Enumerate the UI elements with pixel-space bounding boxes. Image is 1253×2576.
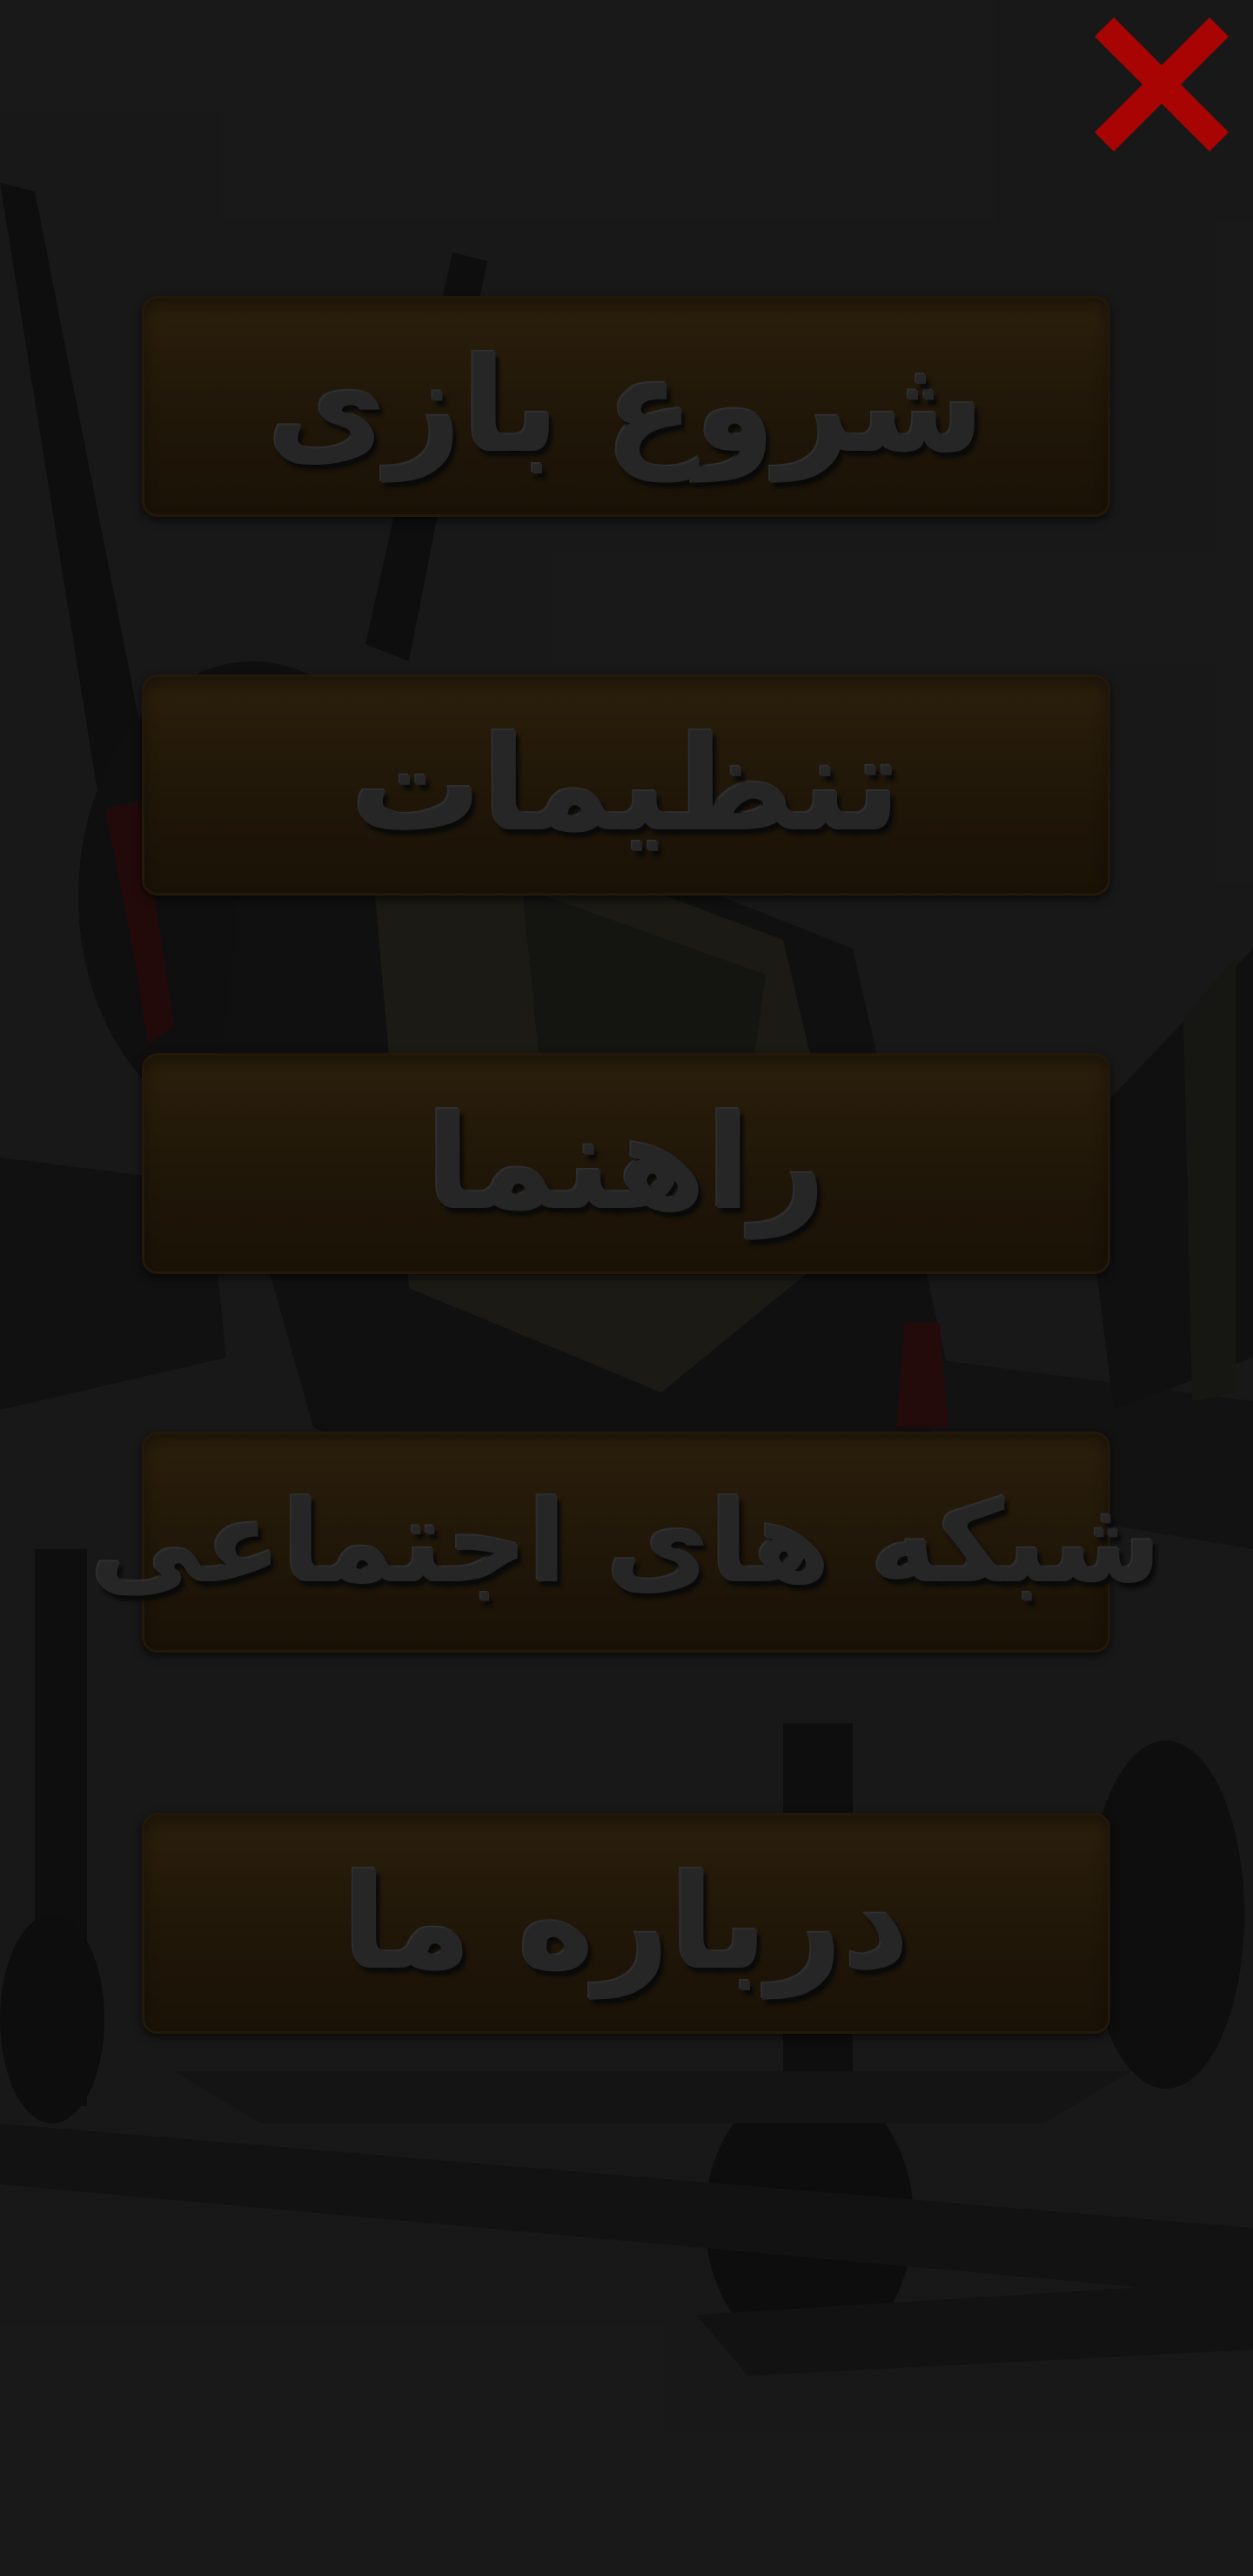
start-game-label: شروع بازی <box>266 331 986 482</box>
start-game-button[interactable]: شروع بازی <box>142 296 1110 517</box>
help-button[interactable]: راهنما <box>142 1053 1110 1274</box>
settings-button[interactable]: تنظیمات <box>142 674 1110 896</box>
social-networks-label: شبکه های اجتماعی <box>90 1476 1163 1608</box>
social-networks-button[interactable]: شبکه های اجتماعی <box>90 1432 1162 1653</box>
about-us-label: درباره ما <box>342 1848 910 1999</box>
about-us-button[interactable]: درباره ما <box>142 1813 1110 2034</box>
main-menu: شروع بازی تنظیمات راهنما شبکه های اجتماع… <box>0 0 1253 2576</box>
help-label: راهنما <box>425 1088 827 1239</box>
settings-label: تنظیمات <box>351 709 901 861</box>
